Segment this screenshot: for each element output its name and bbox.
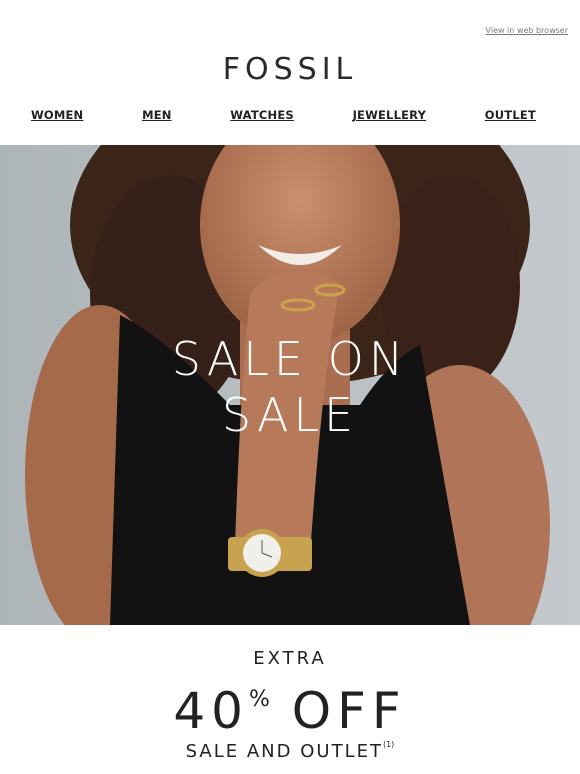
nav-item-outlet[interactable]: OUTLET — [485, 108, 536, 138]
hero-headline-line2: SALE — [221, 388, 359, 442]
hero-banner[interactable]: SALE ON SALE — [0, 145, 580, 625]
hero-headline: SALE ON SALE — [0, 331, 580, 443]
offer-subline-text: SALE AND OUTLET — [185, 741, 383, 762]
nav-item-watches[interactable]: WATCHES — [230, 108, 294, 138]
offer-discount: 40% OFF — [0, 671, 580, 740]
view-in-browser-link[interactable]: View in web browser — [486, 26, 568, 35]
nav-item-women[interactable]: WOMEN — [31, 108, 83, 138]
offer-off-label: OFF — [291, 682, 407, 740]
offer-block[interactable]: EXTRA 40% OFF SALE AND OUTLET(1) — [0, 648, 580, 762]
main-nav: WOMEN MEN WATCHES JEWELLERY OUTLET — [0, 108, 580, 138]
nav-item-men[interactable]: MEN — [142, 108, 172, 138]
offer-footnote: (1) — [382, 740, 395, 749]
fossil-logo[interactable]: FOSSIL — [0, 52, 580, 92]
offer-percent-sign: % — [248, 687, 270, 712]
nav-item-jewellery[interactable]: JEWELLERY — [353, 108, 427, 138]
offer-percent-value: 40 — [173, 682, 249, 740]
offer-extra-label: EXTRA — [253, 648, 327, 669]
topbar: View in web browser — [0, 0, 580, 38]
offer-subline: SALE AND OUTLET(1) — [0, 740, 580, 762]
hero-headline-line1: SALE ON — [171, 332, 409, 386]
